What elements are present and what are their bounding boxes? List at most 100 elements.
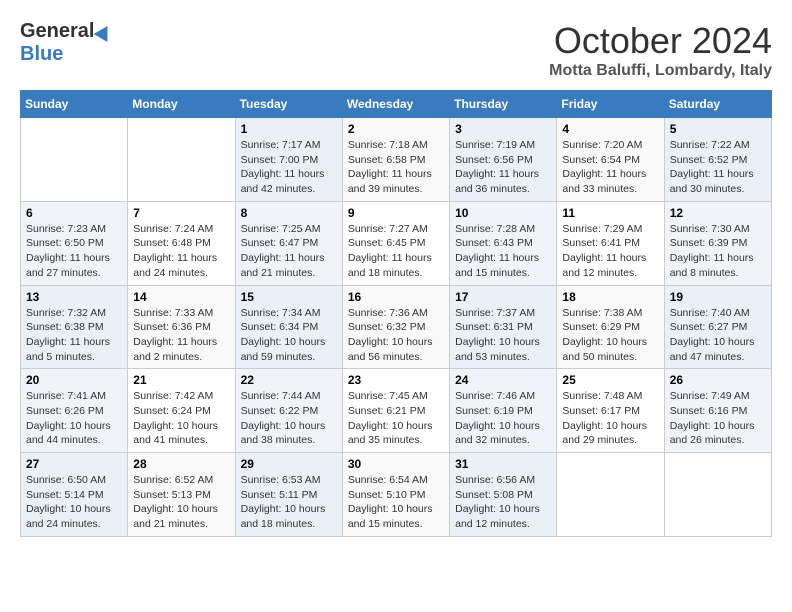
calendar-cell: 23 Sunrise: 7:45 AMSunset: 6:21 PMDayligh… xyxy=(342,369,449,453)
calendar-cell: 5Sunrise: 7:22 AMSunset: 6:52 PMDaylight… xyxy=(664,118,771,202)
calendar-cell: 15 Sunrise: 7:34 AMSunset: 6:34 PMDayligh… xyxy=(235,285,342,369)
day-detail: Sunrise: 7:30 AMSunset: 6:39 PMDaylight:… xyxy=(670,222,766,281)
calendar-cell: 18Sunrise: 7:38 AMSunset: 6:29 PMDayligh… xyxy=(557,285,664,369)
calendar-cell: 9Sunrise: 7:27 AMSunset: 6:45 PMDaylight… xyxy=(342,201,449,285)
calendar-week-row: 1 Sunrise: 7:17 AMSunset: 7:00 PMDaylight… xyxy=(21,118,772,202)
day-number: 16 xyxy=(348,290,444,304)
day-number: 27 xyxy=(26,457,122,471)
day-number: 31 xyxy=(455,457,551,471)
calendar-cell: 21 Sunrise: 7:42 AMSunset: 6:24 PMDayligh… xyxy=(128,369,235,453)
calendar-week-row: 6 Sunrise: 7:23 AMSunset: 6:50 PMDaylight… xyxy=(21,201,772,285)
day-number: 25 xyxy=(562,373,658,387)
month-title: October 2024 xyxy=(549,20,772,62)
calendar-cell: 8Sunrise: 7:25 AMSunset: 6:47 PMDaylight… xyxy=(235,201,342,285)
calendar-cell: 1 Sunrise: 7:17 AMSunset: 7:00 PMDaylight… xyxy=(235,118,342,202)
day-detail: Sunrise: 6:52 AMSunset: 5:13 PMDaylight:… xyxy=(133,473,229,532)
calendar-cell: 28 Sunrise: 6:52 AMSunset: 5:13 PMDayligh… xyxy=(128,453,235,537)
calendar-cell: 29 Sunrise: 6:53 AMSunset: 5:11 PMDayligh… xyxy=(235,453,342,537)
day-detail: Sunrise: 7:36 AMSunset: 6:32 PMDaylight:… xyxy=(348,306,444,365)
header-saturday: Saturday xyxy=(664,91,771,118)
day-number: 29 xyxy=(241,457,337,471)
day-number: 30 xyxy=(348,457,444,471)
calendar-cell: 12 Sunrise: 7:30 AMSunset: 6:39 PMDayligh… xyxy=(664,201,771,285)
day-number: 28 xyxy=(133,457,229,471)
day-number: 19 xyxy=(670,290,766,304)
day-number: 2 xyxy=(348,122,444,136)
header-friday: Friday xyxy=(557,91,664,118)
day-detail: Sunrise: 6:53 AMSunset: 5:11 PMDaylight:… xyxy=(241,473,337,532)
calendar-cell xyxy=(21,118,128,202)
calendar-cell: 10 Sunrise: 7:28 AMSunset: 6:43 PMDayligh… xyxy=(450,201,557,285)
day-detail: Sunrise: 7:48 AMSunset: 6:17 PMDaylight:… xyxy=(562,389,658,448)
day-number: 11 xyxy=(562,206,658,220)
day-number: 1 xyxy=(241,122,337,136)
day-number: 18 xyxy=(562,290,658,304)
calendar-cell: 2 Sunrise: 7:18 AMSunset: 6:58 PMDaylight… xyxy=(342,118,449,202)
day-detail: Sunrise: 6:54 AMSunset: 5:10 PMDaylight:… xyxy=(348,473,444,532)
calendar-cell: 27 Sunrise: 6:50 AMSunset: 5:14 PMDayligh… xyxy=(21,453,128,537)
calendar-week-row: 20Sunrise: 7:41 AMSunset: 6:26 PMDayligh… xyxy=(21,369,772,453)
calendar-cell: 11 Sunrise: 7:29 AMSunset: 6:41 PMDayligh… xyxy=(557,201,664,285)
calendar-cell: 14Sunrise: 7:33 AMSunset: 6:36 PMDayligh… xyxy=(128,285,235,369)
day-detail: Sunrise: 7:33 AMSunset: 6:36 PMDaylight:… xyxy=(133,306,229,365)
day-detail: Sunrise: 7:29 AMSunset: 6:41 PMDaylight:… xyxy=(562,222,658,281)
calendar-header-row: Sunday Monday Tuesday Wednesday Thursday… xyxy=(21,91,772,118)
day-detail: Sunrise: 7:23 AMSunset: 6:50 PMDaylight:… xyxy=(26,222,122,281)
day-detail: Sunrise: 7:41 AMSunset: 6:26 PMDaylight:… xyxy=(26,389,122,448)
header-tuesday: Tuesday xyxy=(235,91,342,118)
calendar-cell: 25 Sunrise: 7:48 AMSunset: 6:17 PMDayligh… xyxy=(557,369,664,453)
calendar-cell: 17Sunrise: 7:37 AMSunset: 6:31 PMDayligh… xyxy=(450,285,557,369)
calendar-cell xyxy=(557,453,664,537)
day-number: 23 xyxy=(348,373,444,387)
day-number: 13 xyxy=(26,290,122,304)
logo: General Blue xyxy=(20,20,112,66)
logo-triangle-icon xyxy=(94,21,115,41)
header-thursday: Thursday xyxy=(450,91,557,118)
calendar-cell xyxy=(128,118,235,202)
calendar-cell xyxy=(664,453,771,537)
calendar-cell: 24 Sunrise: 7:46 AMSunset: 6:19 PMDayligh… xyxy=(450,369,557,453)
page-header: General Blue October 2024 Motta Baluffi,… xyxy=(20,20,772,80)
day-detail: Sunrise: 7:25 AMSunset: 6:47 PMDaylight:… xyxy=(241,222,337,281)
day-number: 15 xyxy=(241,290,337,304)
day-detail: Sunrise: 7:46 AMSunset: 6:19 PMDaylight:… xyxy=(455,389,551,448)
day-detail: Sunrise: 7:18 AMSunset: 6:58 PMDaylight:… xyxy=(348,138,444,197)
location-title: Motta Baluffi, Lombardy, Italy xyxy=(549,62,772,80)
day-number: 24 xyxy=(455,373,551,387)
calendar-cell: 16 Sunrise: 7:36 AMSunset: 6:32 PMDayligh… xyxy=(342,285,449,369)
calendar-table: Sunday Monday Tuesday Wednesday Thursday… xyxy=(20,90,772,537)
calendar-cell: 3Sunrise: 7:19 AMSunset: 6:56 PMDaylight… xyxy=(450,118,557,202)
header-sunday: Sunday xyxy=(21,91,128,118)
day-number: 4 xyxy=(562,122,658,136)
calendar-cell: 20Sunrise: 7:41 AMSunset: 6:26 PMDayligh… xyxy=(21,369,128,453)
calendar-cell: 26 Sunrise: 7:49 AMSunset: 6:16 PMDayligh… xyxy=(664,369,771,453)
day-number: 21 xyxy=(133,373,229,387)
day-number: 26 xyxy=(670,373,766,387)
calendar-week-row: 13Sunrise: 7:32 AMSunset: 6:38 PMDayligh… xyxy=(21,285,772,369)
day-detail: Sunrise: 7:49 AMSunset: 6:16 PMDaylight:… xyxy=(670,389,766,448)
day-detail: Sunrise: 7:17 AMSunset: 7:00 PMDaylight:… xyxy=(241,138,337,197)
day-detail: Sunrise: 6:50 AMSunset: 5:14 PMDaylight:… xyxy=(26,473,122,532)
day-number: 7 xyxy=(133,206,229,220)
day-detail: Sunrise: 7:45 AMSunset: 6:21 PMDaylight:… xyxy=(348,389,444,448)
calendar-week-row: 27 Sunrise: 6:50 AMSunset: 5:14 PMDayligh… xyxy=(21,453,772,537)
day-detail: Sunrise: 7:34 AMSunset: 6:34 PMDaylight:… xyxy=(241,306,337,365)
calendar-cell: 7 Sunrise: 7:24 AMSunset: 6:48 PMDaylight… xyxy=(128,201,235,285)
day-number: 12 xyxy=(670,206,766,220)
calendar-cell: 22 Sunrise: 7:44 AMSunset: 6:22 PMDayligh… xyxy=(235,369,342,453)
day-detail: Sunrise: 7:28 AMSunset: 6:43 PMDaylight:… xyxy=(455,222,551,281)
day-detail: Sunrise: 7:42 AMSunset: 6:24 PMDaylight:… xyxy=(133,389,229,448)
day-detail: Sunrise: 7:37 AMSunset: 6:31 PMDaylight:… xyxy=(455,306,551,365)
day-number: 5 xyxy=(670,122,766,136)
day-number: 22 xyxy=(241,373,337,387)
day-detail: Sunrise: 7:24 AMSunset: 6:48 PMDaylight:… xyxy=(133,222,229,281)
day-number: 3 xyxy=(455,122,551,136)
day-detail: Sunrise: 7:27 AMSunset: 6:45 PMDaylight:… xyxy=(348,222,444,281)
title-area: October 2024 Motta Baluffi, Lombardy, It… xyxy=(549,20,772,80)
day-number: 6 xyxy=(26,206,122,220)
logo-blue-text: Blue xyxy=(20,43,63,66)
calendar-cell: 4Sunrise: 7:20 AMSunset: 6:54 PMDaylight… xyxy=(557,118,664,202)
day-detail: Sunrise: 7:44 AMSunset: 6:22 PMDaylight:… xyxy=(241,389,337,448)
day-number: 10 xyxy=(455,206,551,220)
calendar-cell: 13Sunrise: 7:32 AMSunset: 6:38 PMDayligh… xyxy=(21,285,128,369)
